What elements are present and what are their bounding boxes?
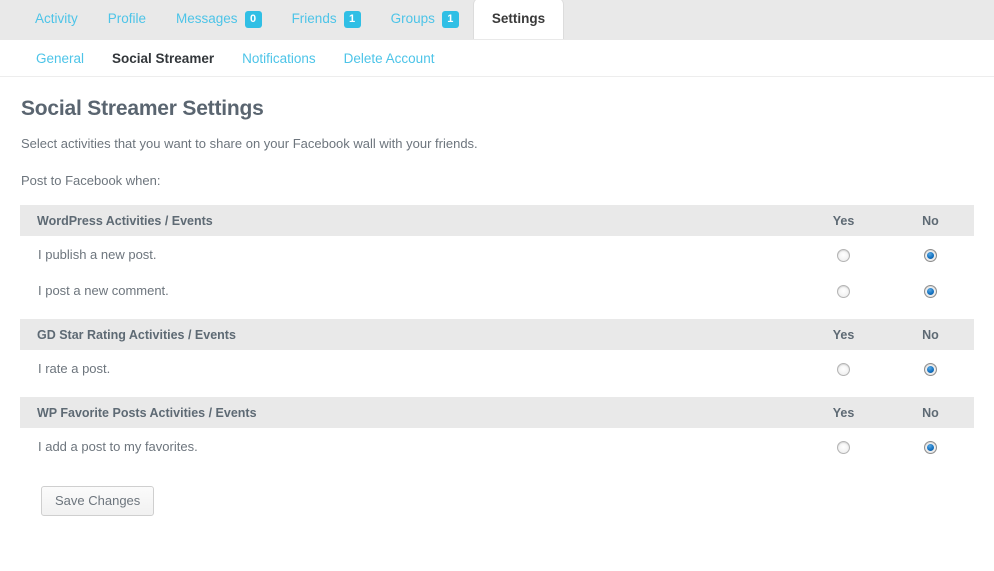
column-header-yes: Yes <box>800 205 887 236</box>
section-header: WordPress Activities / Events <box>20 205 800 236</box>
nav-tab-badge: 1 <box>343 10 361 28</box>
radio-yes[interactable] <box>837 248 850 262</box>
nav-tab-label: Friends <box>291 11 337 26</box>
radio-no[interactable] <box>924 362 937 376</box>
activity-label: I add a post to my favorites. <box>20 428 800 464</box>
nav-tab-badge: 1 <box>441 10 459 28</box>
subnav-item-notifications[interactable]: Notifications <box>228 40 330 77</box>
section-header: GD Star Rating Activities / Events <box>20 319 800 350</box>
radio-cell-yes <box>800 428 887 464</box>
column-header-no: No <box>887 205 974 236</box>
column-header-yes: Yes <box>800 319 887 350</box>
subnav-item-delete-account[interactable]: Delete Account <box>330 40 449 77</box>
nav-tab-badge: 0 <box>244 10 262 28</box>
column-header-yes: Yes <box>800 397 887 428</box>
nav-tab-settings[interactable]: Settings <box>473 0 564 39</box>
intro-text: Select activities that you want to share… <box>21 136 478 151</box>
radio-no[interactable] <box>924 440 937 454</box>
secondary-nav: General Social Streamer Notifications Delet… <box>0 40 994 77</box>
nav-tab-messages[interactable]: Messages 0 <box>161 0 277 39</box>
radio-cell-yes <box>800 236 887 272</box>
settings-table: WordPress Activities / Events Yes No I publ… <box>20 205 974 308</box>
nav-tab-label: Messages <box>176 11 238 26</box>
radio-cell-no <box>887 350 974 386</box>
radio-cell-no <box>887 272 974 308</box>
settings-sections: WordPress Activities / Events Yes No I publ… <box>20 205 974 464</box>
main-content: Social Streamer Settings Select activiti… <box>0 77 994 516</box>
nav-tab-profile[interactable]: Profile <box>93 0 161 39</box>
radio-cell-no <box>887 428 974 464</box>
column-header-no: No <box>887 319 974 350</box>
primary-nav: Activity Profile Messages 0 Friends 1 Groups 1 S… <box>0 0 994 40</box>
nav-tab-friends[interactable]: Friends 1 <box>277 0 376 39</box>
radio-cell-yes <box>800 350 887 386</box>
activity-label: I post a new comment. <box>20 272 800 308</box>
table-row: I publish a new post. <box>20 236 974 272</box>
section-header: WP Favorite Posts Activities / Events <box>20 397 800 428</box>
subintro-text: Post to Facebook when: <box>21 173 161 188</box>
nav-tab-label: Profile <box>107 11 147 26</box>
table-header-row: WP Favorite Posts Activities / Events Yes… <box>20 397 974 428</box>
radio-yes[interactable] <box>837 362 850 376</box>
radio-cell-no <box>887 236 974 272</box>
nav-tab-activity[interactable]: Activity <box>20 0 93 39</box>
save-changes-button[interactable]: Save Changes <box>41 486 155 516</box>
nav-tab-label: Groups <box>390 11 435 26</box>
activity-label: I rate a post. <box>20 350 800 386</box>
radio-yes[interactable] <box>837 284 850 298</box>
activity-label: I publish a new post. <box>20 236 800 272</box>
settings-table: GD Star Rating Activities / Events Yes No I… <box>20 319 974 386</box>
page-title: Social Streamer Settings <box>21 97 264 120</box>
table-row: I add a post to my favorites. <box>20 428 974 464</box>
radio-no[interactable] <box>924 248 937 262</box>
radio-no[interactable] <box>924 284 937 298</box>
subnav-item-general[interactable]: General <box>22 40 98 77</box>
radio-yes[interactable] <box>837 440 850 454</box>
nav-tab-label: Settings <box>491 11 546 26</box>
radio-cell-yes <box>800 272 887 308</box>
settings-table: WP Favorite Posts Activities / Events Yes… <box>20 397 974 464</box>
table-row: I post a new comment. <box>20 272 974 308</box>
table-row: I rate a post. <box>20 350 974 386</box>
save-button-wrap: Save Changes <box>20 464 974 516</box>
nav-tab-label: Activity <box>35 11 78 26</box>
nav-tab-groups[interactable]: Groups 1 <box>376 0 474 39</box>
table-header-row: GD Star Rating Activities / Events Yes No <box>20 319 974 350</box>
column-header-no: No <box>887 397 974 428</box>
subnav-item-social-streamer[interactable]: Social Streamer <box>98 40 228 77</box>
table-header-row: WordPress Activities / Events Yes No <box>20 205 974 236</box>
